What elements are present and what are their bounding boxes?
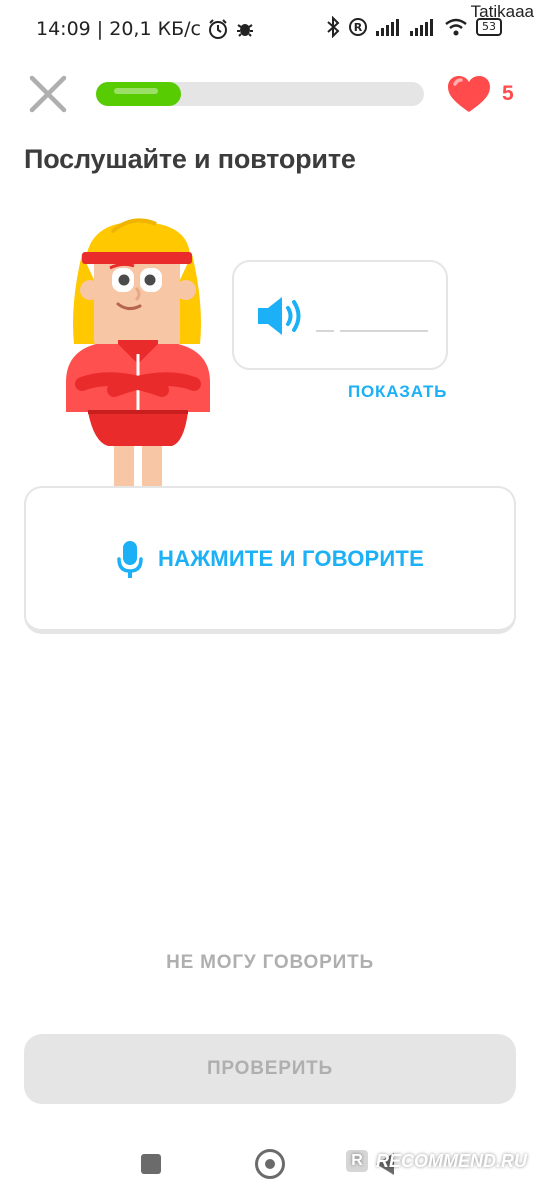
bug-icon bbox=[236, 24, 253, 37]
watermark-username: Tatikaaa bbox=[470, 2, 534, 21]
check-button[interactable]: ПРОВЕРИТЬ bbox=[24, 1034, 516, 1104]
status-left: 14:09 | 20,1 КБ/с bbox=[36, 18, 255, 40]
hearts-counter[interactable]: 5 bbox=[446, 74, 514, 114]
speaker-icon[interactable] bbox=[256, 294, 306, 338]
signal-icon bbox=[376, 19, 399, 36]
page-title: Послушайте и повторите bbox=[24, 144, 356, 174]
answer-blank-line bbox=[316, 330, 428, 332]
watermark-badge: R bbox=[344, 1148, 370, 1174]
tap-to-speak-button[interactable]: НАЖМИТЕ И ГОВОРИТЕ bbox=[24, 486, 516, 634]
bluetooth-icon bbox=[327, 16, 340, 38]
heart-icon bbox=[448, 76, 490, 112]
lesson-progress-bar bbox=[96, 82, 424, 106]
answer-blank-gap bbox=[334, 328, 340, 332]
wifi-icon bbox=[445, 18, 467, 36]
hearts-count: 5 bbox=[502, 82, 514, 105]
cant-speak-button[interactable]: НЕ МОГУ ГОВОРИТЬ bbox=[0, 952, 540, 974]
home-icon[interactable] bbox=[255, 1149, 285, 1179]
home-icon-dot bbox=[265, 1159, 275, 1169]
watermark-site-label: RECOMMEND.RU bbox=[376, 1150, 527, 1171]
tap-to-speak-label: НАЖМИТЕ И ГОВОРИТЕ bbox=[158, 545, 424, 571]
signal-icon-2 bbox=[410, 19, 433, 36]
check-button-label: ПРОВЕРИТЬ bbox=[206, 1058, 334, 1079]
time-and-speed: 14:09 | 20,1 КБ/с bbox=[36, 18, 201, 40]
microphone-icon bbox=[117, 540, 143, 578]
close-button[interactable] bbox=[26, 72, 70, 116]
recent-apps-icon[interactable] bbox=[141, 1154, 161, 1174]
alarm-icon bbox=[208, 19, 227, 39]
speech-bubble bbox=[232, 260, 448, 370]
watermark-site: R RECOMMEND.RU bbox=[344, 1148, 527, 1174]
roaming-icon: R bbox=[349, 18, 367, 36]
progress-shine bbox=[114, 88, 158, 94]
svg-text:R: R bbox=[354, 21, 363, 34]
progress-fill bbox=[96, 82, 182, 106]
character-illustration bbox=[66, 218, 210, 486]
show-text-button[interactable]: ПОКАЗАТЬ bbox=[348, 382, 447, 402]
status-bar: 14:09 | 20,1 КБ/с R 53 Tatikaaa bbox=[0, 0, 540, 60]
